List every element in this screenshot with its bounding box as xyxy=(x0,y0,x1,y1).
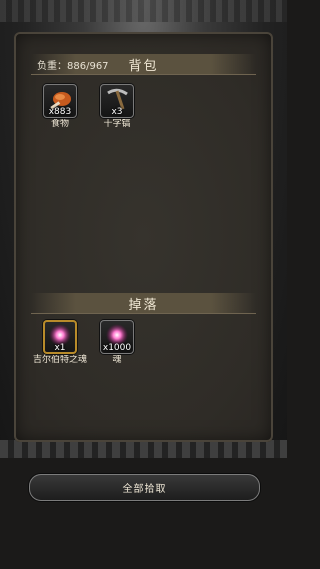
item-count: x3 xyxy=(111,107,123,117)
item-slot[interactable]: x1000 xyxy=(100,320,134,354)
drops-header: 掉落 xyxy=(31,293,256,314)
item-count: x1 xyxy=(54,343,66,353)
item-name: 魂 xyxy=(112,355,122,365)
drop-item-gilbert-soul[interactable]: x1 吉尔伯特之魂 xyxy=(33,320,87,366)
backpack-item-pickaxe[interactable]: x3 十字镐 xyxy=(99,84,135,130)
item-name: 食物 xyxy=(50,119,69,129)
backpack-item-food[interactable]: x883 食物 xyxy=(42,84,78,130)
item-slot[interactable]: x1 xyxy=(43,320,77,354)
drops-title: 掉落 xyxy=(128,297,159,313)
backpack-header: 负重：886/967 背包 xyxy=(31,54,256,75)
item-name: 吉尔伯特之魂 xyxy=(32,355,87,365)
item-name: 十字镐 xyxy=(103,119,131,129)
item-count: x883 xyxy=(48,107,72,117)
frame-bottom-border xyxy=(0,440,287,458)
weight-label: 负重：886/967 xyxy=(37,61,109,72)
backpack-title: 背包 xyxy=(128,58,159,74)
inventory-panel: 负重：886/967 背包 x883 食物 x3 十字镐 掉落 x1 吉尔伯特之… xyxy=(14,32,273,442)
pickup-all-button[interactable]: 全部拾取 xyxy=(29,474,260,501)
drop-item-soul[interactable]: x1000 魂 xyxy=(99,320,135,366)
item-slot[interactable]: x883 xyxy=(43,84,77,118)
item-count: x1000 xyxy=(102,343,132,353)
item-slot[interactable]: x3 xyxy=(100,84,134,118)
